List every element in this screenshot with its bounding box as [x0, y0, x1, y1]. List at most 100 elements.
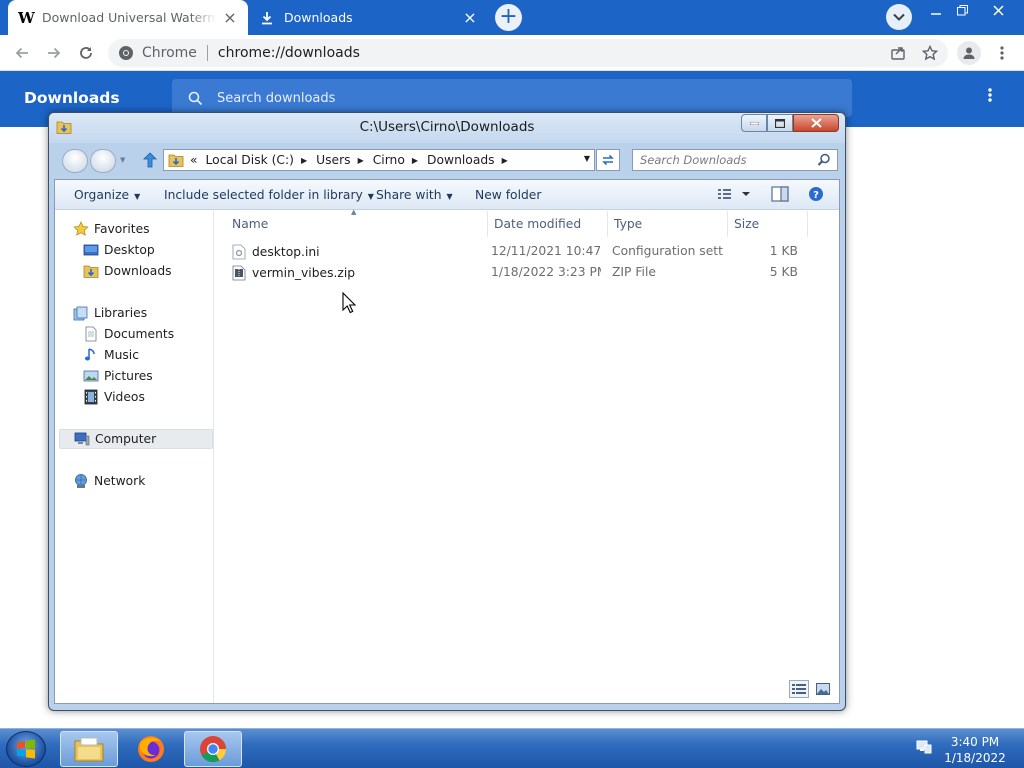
tab-search-button[interactable] — [886, 4, 912, 30]
start-button[interactable] — [6, 731, 46, 767]
star-icon — [73, 221, 89, 237]
column-header-size[interactable]: Size — [728, 211, 808, 237]
reload-button[interactable] — [74, 41, 98, 65]
nav-item-music[interactable]: Music — [83, 345, 139, 365]
details-view-icon — [718, 189, 750, 199]
details-view-button[interactable] — [789, 680, 809, 698]
recent-pages-button[interactable]: ▼ — [120, 156, 125, 164]
column-header-name[interactable]: Name ▲ — [215, 208, 488, 237]
file-row[interactable]: vermin_vibes.zip 1/18/2022 3:23 PM ZIP F… — [231, 262, 831, 282]
nav-label: Pictures — [104, 369, 153, 383]
tab-download-watermark[interactable]: W Download Universal Watermark D × — [8, 0, 248, 35]
chrome-menu-button[interactable] — [990, 41, 1014, 65]
breadcrumb-arrow-icon[interactable]: ▶ — [301, 156, 307, 165]
breadcrumb-arrow-icon[interactable]: ▶ — [502, 156, 508, 165]
download-icon — [260, 11, 278, 25]
file-type: ZIP File — [612, 265, 656, 279]
window-title-bar[interactable]: C:\Users\Cirno\Downloads — [49, 113, 845, 143]
close-window-button[interactable] — [984, 0, 1012, 20]
maximize-button[interactable] — [767, 114, 793, 132]
breadcrumb-cirno[interactable]: Cirno — [373, 153, 405, 167]
chevron-down-icon: ▼ — [134, 192, 141, 201]
file-name: vermin_vibes.zip — [252, 266, 356, 280]
file-name-cell: vermin_vibes.zip — [231, 265, 481, 281]
breadcrumb-users[interactable]: Users — [316, 153, 350, 167]
close-icon[interactable]: × — [462, 8, 478, 27]
share-button[interactable] — [886, 41, 910, 65]
nav-label: Desktop — [104, 243, 155, 257]
share-with-button[interactable]: Share with ▼ — [376, 188, 453, 202]
chevron-down-icon: ▼ — [446, 192, 453, 201]
firefox-icon — [138, 736, 164, 762]
close-icon[interactable]: × — [222, 8, 238, 27]
new-folder-button[interactable]: New folder — [475, 188, 541, 202]
change-view-button[interactable] — [717, 186, 753, 205]
reload-icon — [80, 47, 92, 59]
nav-item-computer[interactable]: Computer — [59, 429, 213, 449]
preview-pane-button[interactable] — [771, 186, 789, 205]
organize-button[interactable]: Organize ▼ — [74, 188, 140, 202]
help-button[interactable]: ? — [808, 186, 824, 205]
address-history-dropdown[interactable]: ▼ — [584, 154, 590, 163]
tab-title: Downloads — [284, 10, 353, 25]
nav-label: Videos — [104, 390, 145, 404]
nav-label: Music — [104, 348, 139, 362]
nav-item-libraries[interactable]: Libraries — [73, 303, 147, 323]
breadcrumb-arrow-icon[interactable]: ▶ — [412, 156, 418, 165]
column-header-date[interactable]: Date modified — [488, 211, 608, 237]
back-button[interactable] — [10, 41, 34, 65]
column-label: Type — [614, 217, 643, 231]
breadcrumb-downloads[interactable]: Downloads — [427, 153, 495, 167]
column-header-type[interactable]: Type — [608, 211, 728, 237]
bookmark-button[interactable] — [918, 41, 942, 65]
file-size: 5 KB — [769, 265, 798, 279]
tab-title: Download Universal Watermark D — [42, 10, 216, 25]
nav-item-network[interactable]: Network — [73, 471, 145, 491]
url-text: chrome://downloads — [217, 45, 360, 61]
nav-item-documents[interactable]: Documents — [83, 324, 174, 344]
star-icon — [922, 45, 938, 61]
system-clock[interactable]: 3:40 PM 1/18/2022 — [940, 734, 1010, 766]
pictures-icon — [83, 368, 99, 384]
breadcrumb-local-disk[interactable]: Local Disk (C:) — [206, 153, 294, 167]
nav-item-desktop[interactable]: Desktop — [83, 240, 155, 260]
profile-button[interactable] — [957, 41, 981, 65]
libraries-icon — [73, 305, 89, 321]
forward-button[interactable] — [90, 149, 116, 173]
nav-item-favorites[interactable]: Favorites — [73, 219, 150, 239]
taskbar-firefox[interactable] — [122, 731, 180, 767]
close-window-button[interactable] — [793, 114, 839, 132]
folder-icon — [168, 154, 184, 167]
network-tray-icon[interactable] — [916, 739, 932, 758]
include-in-library-button[interactable]: Include selected folder in library ▼ — [164, 188, 374, 202]
nav-item-videos[interactable]: Videos — [83, 387, 145, 407]
breadcrumb-overflow[interactable]: « — [190, 153, 198, 167]
up-button[interactable] — [141, 151, 159, 169]
taskbar-chrome[interactable] — [184, 731, 242, 767]
w-icon: W — [18, 8, 35, 27]
refresh-button[interactable] — [596, 149, 620, 171]
explorer-address-bar[interactable]: « Local Disk (C:) ▶ Users ▶ Cirno ▶ Downloa… — [163, 149, 595, 171]
chrome-icon — [200, 736, 227, 763]
file-row[interactable]: desktop.ini 12/11/2021 10:47 ... Configu… — [231, 241, 831, 261]
minimize-button[interactable] — [922, 0, 950, 20]
minimize-button[interactable] — [741, 114, 767, 132]
chrome-logo-icon — [119, 46, 133, 60]
address-bar[interactable]: Chrome chrome://downloads — [108, 39, 948, 67]
more-actions-button[interactable] — [978, 87, 1002, 108]
restore-button[interactable] — [948, 0, 976, 20]
arrow-up-icon — [143, 152, 157, 168]
new-tab-button[interactable]: + — [495, 4, 522, 31]
nav-item-pictures[interactable]: Pictures — [83, 366, 153, 386]
search-input[interactable]: Search Downloads — [632, 149, 838, 171]
nav-item-downloads[interactable]: Downloads — [83, 261, 172, 281]
arrow-right-icon — [48, 47, 61, 59]
large-icons-view-button[interactable] — [813, 680, 833, 698]
nav-label: Computer — [95, 432, 157, 446]
taskbar-file-explorer[interactable] — [60, 731, 118, 767]
tab-downloads[interactable]: Downloads × — [250, 0, 488, 35]
breadcrumb-arrow-icon[interactable]: ▶ — [358, 156, 364, 165]
file-date: 1/18/2022 3:23 PM — [491, 265, 601, 279]
forward-button[interactable] — [42, 41, 66, 65]
back-button[interactable] — [62, 149, 88, 173]
